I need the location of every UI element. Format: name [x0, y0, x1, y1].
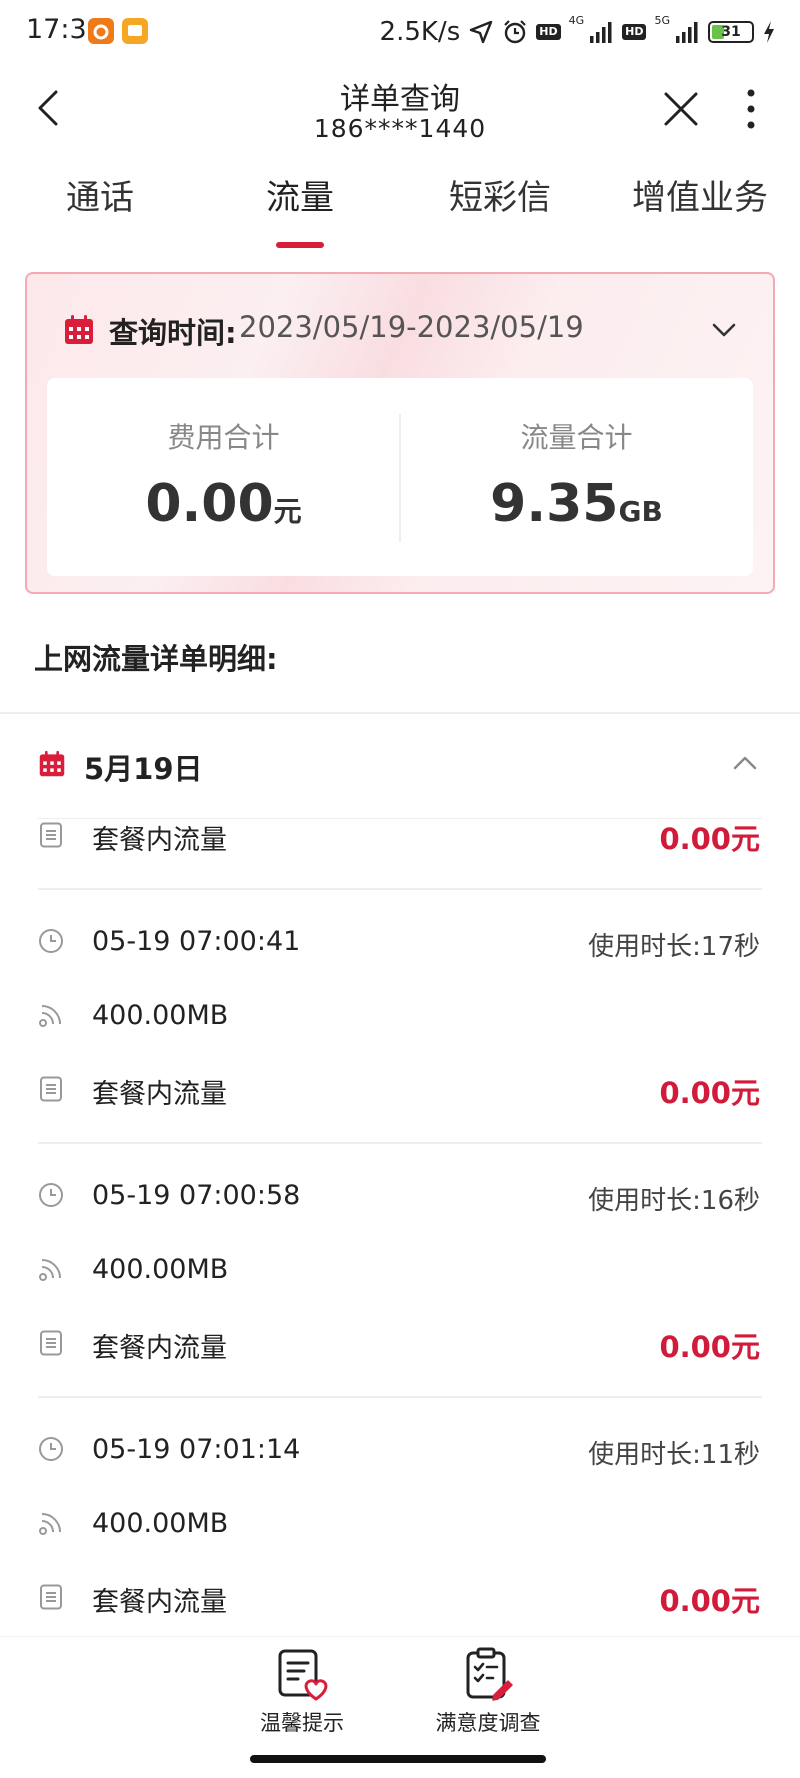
clock-icon — [39, 1437, 63, 1461]
home-indicator[interactable] — [250, 1755, 546, 1763]
clock-icon — [39, 929, 63, 953]
data-signal-icon — [39, 1005, 61, 1027]
list-doc-icon — [40, 1584, 62, 1610]
record-amount: 400.00MB — [92, 1508, 229, 1539]
cost-total-label: 费用合计 — [167, 421, 280, 454]
message-notification-icon — [122, 18, 148, 44]
more-icon[interactable] — [736, 86, 766, 132]
survey-checklist-icon — [466, 1647, 513, 1701]
tab-calls[interactable]: 通话 — [0, 170, 200, 219]
battery-level: 31 — [721, 24, 741, 40]
record-cost: 0.00元 — [659, 1076, 760, 1110]
tab-value-added[interactable]: 增值业务 — [600, 170, 800, 219]
tab-data[interactable]: 流量 — [200, 170, 400, 219]
network-type-1: 4G — [568, 13, 585, 27]
cost-total-unit: 元 — [273, 495, 302, 528]
record-type: 套餐内流量 — [92, 1587, 227, 1618]
network-type-2: 5G — [654, 13, 670, 27]
location-icon — [470, 20, 493, 44]
query-time-value[interactable]: 2023/05/19-2023/05/19 — [239, 310, 584, 344]
data-signal-icon — [39, 1513, 61, 1535]
data-total-label: 流量合计 — [520, 421, 633, 454]
tab-bar: 通话 流量 短彩信 增值业务 — [0, 170, 800, 250]
record-divider — [38, 1142, 762, 1144]
navigation-bar: 详单查询 186****1440 — [0, 64, 800, 154]
battery-icon: 31 — [708, 21, 754, 43]
alarm-icon — [504, 20, 527, 44]
record-cost: 0.00元 — [659, 1584, 760, 1618]
section-title: 上网流量详单明细: — [34, 642, 278, 676]
list-doc-icon — [40, 822, 62, 848]
data-total-unit: GB — [618, 495, 663, 528]
tips-button[interactable]: 温馨提示 — [232, 1647, 372, 1737]
cost-total-value: 0.00 — [145, 474, 274, 534]
calendar-icon — [39, 750, 65, 777]
survey-button[interactable]: 满意度调查 — [418, 1647, 558, 1737]
clock-icon — [39, 1183, 63, 1207]
app-notification-icon — [88, 18, 114, 44]
record-time: 05-19 07:00:58 — [92, 1180, 301, 1211]
record-type: 套餐内流量 — [92, 1079, 227, 1110]
record-divider — [38, 1396, 762, 1398]
section-divider — [0, 712, 800, 714]
hd-badge-1: HD — [536, 24, 561, 40]
charging-icon — [764, 21, 774, 43]
record-type: 套餐内流量 — [92, 1333, 227, 1364]
record-time: 05-19 07:00:41 — [92, 926, 301, 957]
chevron-up-icon[interactable] — [730, 752, 760, 774]
bottom-bar: 温馨提示 满意度调查 — [0, 1636, 800, 1778]
partial-record-cost: 0.00元 — [659, 822, 760, 856]
tips-label: 温馨提示 — [260, 1711, 344, 1735]
record-divider — [38, 888, 762, 890]
data-total-value-wrap: 9.35GB — [400, 474, 753, 534]
list-doc-icon — [40, 1330, 62, 1356]
record-amount: 400.00MB — [92, 1000, 229, 1031]
calendar-icon — [65, 315, 93, 344]
cost-total: 费用合计 0.00元 — [47, 378, 400, 576]
record-duration: 使用时长:16秒 — [588, 1186, 760, 1216]
data-signal-icon — [39, 1259, 61, 1281]
record-cost: 0.00元 — [659, 1330, 760, 1364]
active-tab-indicator — [276, 242, 324, 248]
chevron-down-icon[interactable] — [709, 318, 739, 342]
tab-sms-mms[interactable]: 短彩信 — [400, 170, 600, 219]
query-time-label: 查询时间: — [109, 316, 237, 350]
data-total-value: 9.35 — [490, 474, 619, 534]
close-icon[interactable] — [660, 88, 702, 130]
hd-badge-2: HD — [622, 24, 647, 40]
summary-card: 查询时间: 2023/05/19-2023/05/19 费用合计 0.00元 流… — [25, 272, 775, 594]
record-amount: 400.00MB — [92, 1254, 229, 1285]
status-right: 2.5K/s HD 4G HD 5G 31 — [380, 14, 776, 50]
signal-icon-2 — [676, 22, 698, 43]
data-total: 流量合计 9.35GB — [400, 378, 753, 576]
record-duration: 使用时长:11秒 — [588, 1440, 760, 1470]
list-doc-icon — [40, 1076, 62, 1102]
record-duration: 使用时长:17秒 — [588, 932, 760, 962]
cost-total-value-wrap: 0.00元 — [47, 474, 400, 534]
day-label[interactable]: 5月19日 — [84, 746, 203, 788]
signal-icon-1 — [590, 22, 612, 43]
partial-record-type: 套餐内流量 — [92, 825, 227, 856]
summary-totals: 费用合计 0.00元 流量合计 9.35GB — [47, 378, 753, 576]
tips-heart-icon — [278, 1649, 328, 1701]
record-time: 05-19 07:01:14 — [92, 1434, 301, 1465]
status-bar: 17:39 2.5K/s HD 4G HD 5G 31 — [0, 0, 800, 64]
survey-label: 满意度调查 — [435, 1711, 541, 1735]
net-speed: 2.5K/s — [379, 17, 461, 47]
